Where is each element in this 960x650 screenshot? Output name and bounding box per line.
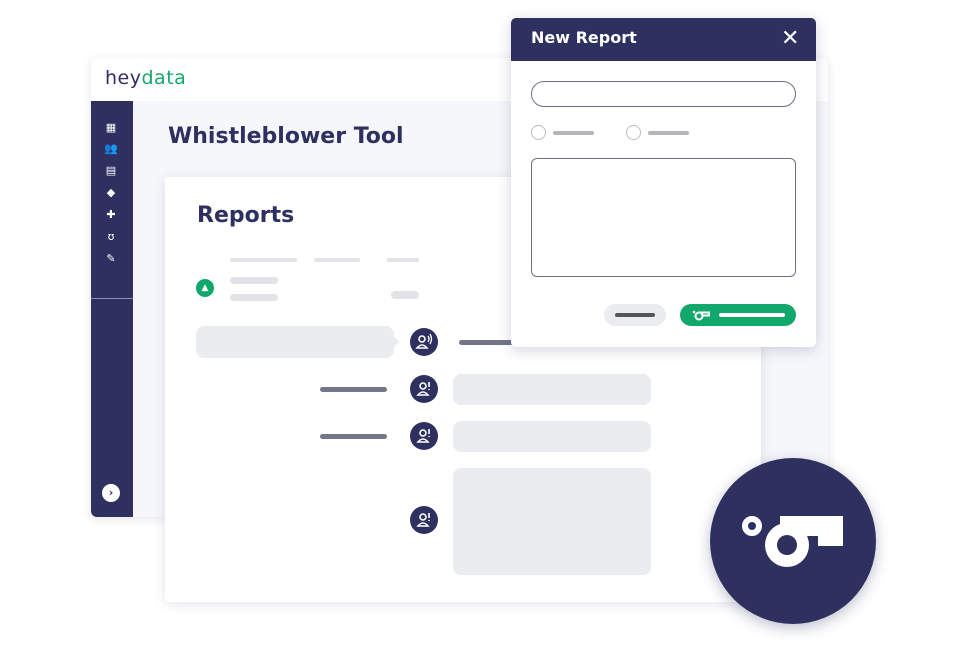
column-header [387,258,419,262]
report-title-input[interactable] [531,81,796,107]
line-placeholder [320,387,387,392]
message-bubble [453,468,651,575]
puzzle-icon[interactable]: ✚ [104,208,118,222]
speaking-user-icon [410,328,438,356]
user-alert-icon [410,375,438,403]
stethoscope-icon[interactable]: ʊ [104,230,118,244]
clipboard-icon[interactable]: ▤ [104,164,118,178]
tool-icon[interactable]: ✎ [104,252,118,266]
sidebar: ▦ 👥 ▤ ◆ ✚ ʊ ✎ › [91,101,133,517]
close-icon[interactable]: ✕ [781,26,799,52]
message-bubble [453,374,651,405]
message-bubble [453,421,651,452]
sidebar-divider [91,298,133,299]
line-placeholder [459,340,515,345]
radio-label [553,131,594,135]
card-title: Reports [197,203,295,228]
row-placeholder [230,294,278,301]
radio-option-1[interactable] [531,125,546,140]
line-placeholder [320,434,387,439]
dashboard-icon[interactable]: ▦ [104,121,118,135]
report-description-textarea[interactable] [531,158,796,277]
new-report-modal: New Report ✕ [511,18,816,347]
submit-report-button[interactable] [680,304,796,326]
chevron-up-icon[interactable]: ▲ [196,279,214,297]
button-label-placeholder [719,313,785,317]
chevron-right-icon[interactable]: › [102,484,120,502]
column-header [230,258,297,262]
modal-title: New Report [531,28,637,47]
row-placeholder [391,291,419,299]
logo: heydata [105,67,187,89]
cancel-button[interactable] [604,304,666,326]
user-alert-icon [410,506,438,534]
whistle-badge [710,458,876,624]
users-icon[interactable]: 👥 [104,142,118,156]
radio-label [648,131,689,135]
whistle-icon [742,516,843,567]
row-placeholder [230,277,278,284]
user-alert-icon [410,422,438,450]
page-title: Whistleblower Tool [168,124,404,149]
modal-header: New Report ✕ [511,18,816,61]
column-header [314,258,360,262]
bubble-pointer [393,336,405,348]
whistle-icon [692,310,710,321]
graduation-cap-icon[interactable]: ◆ [104,186,118,200]
radio-option-2[interactable] [626,125,641,140]
button-label-placeholder [615,313,655,317]
message-bubble [196,326,394,358]
